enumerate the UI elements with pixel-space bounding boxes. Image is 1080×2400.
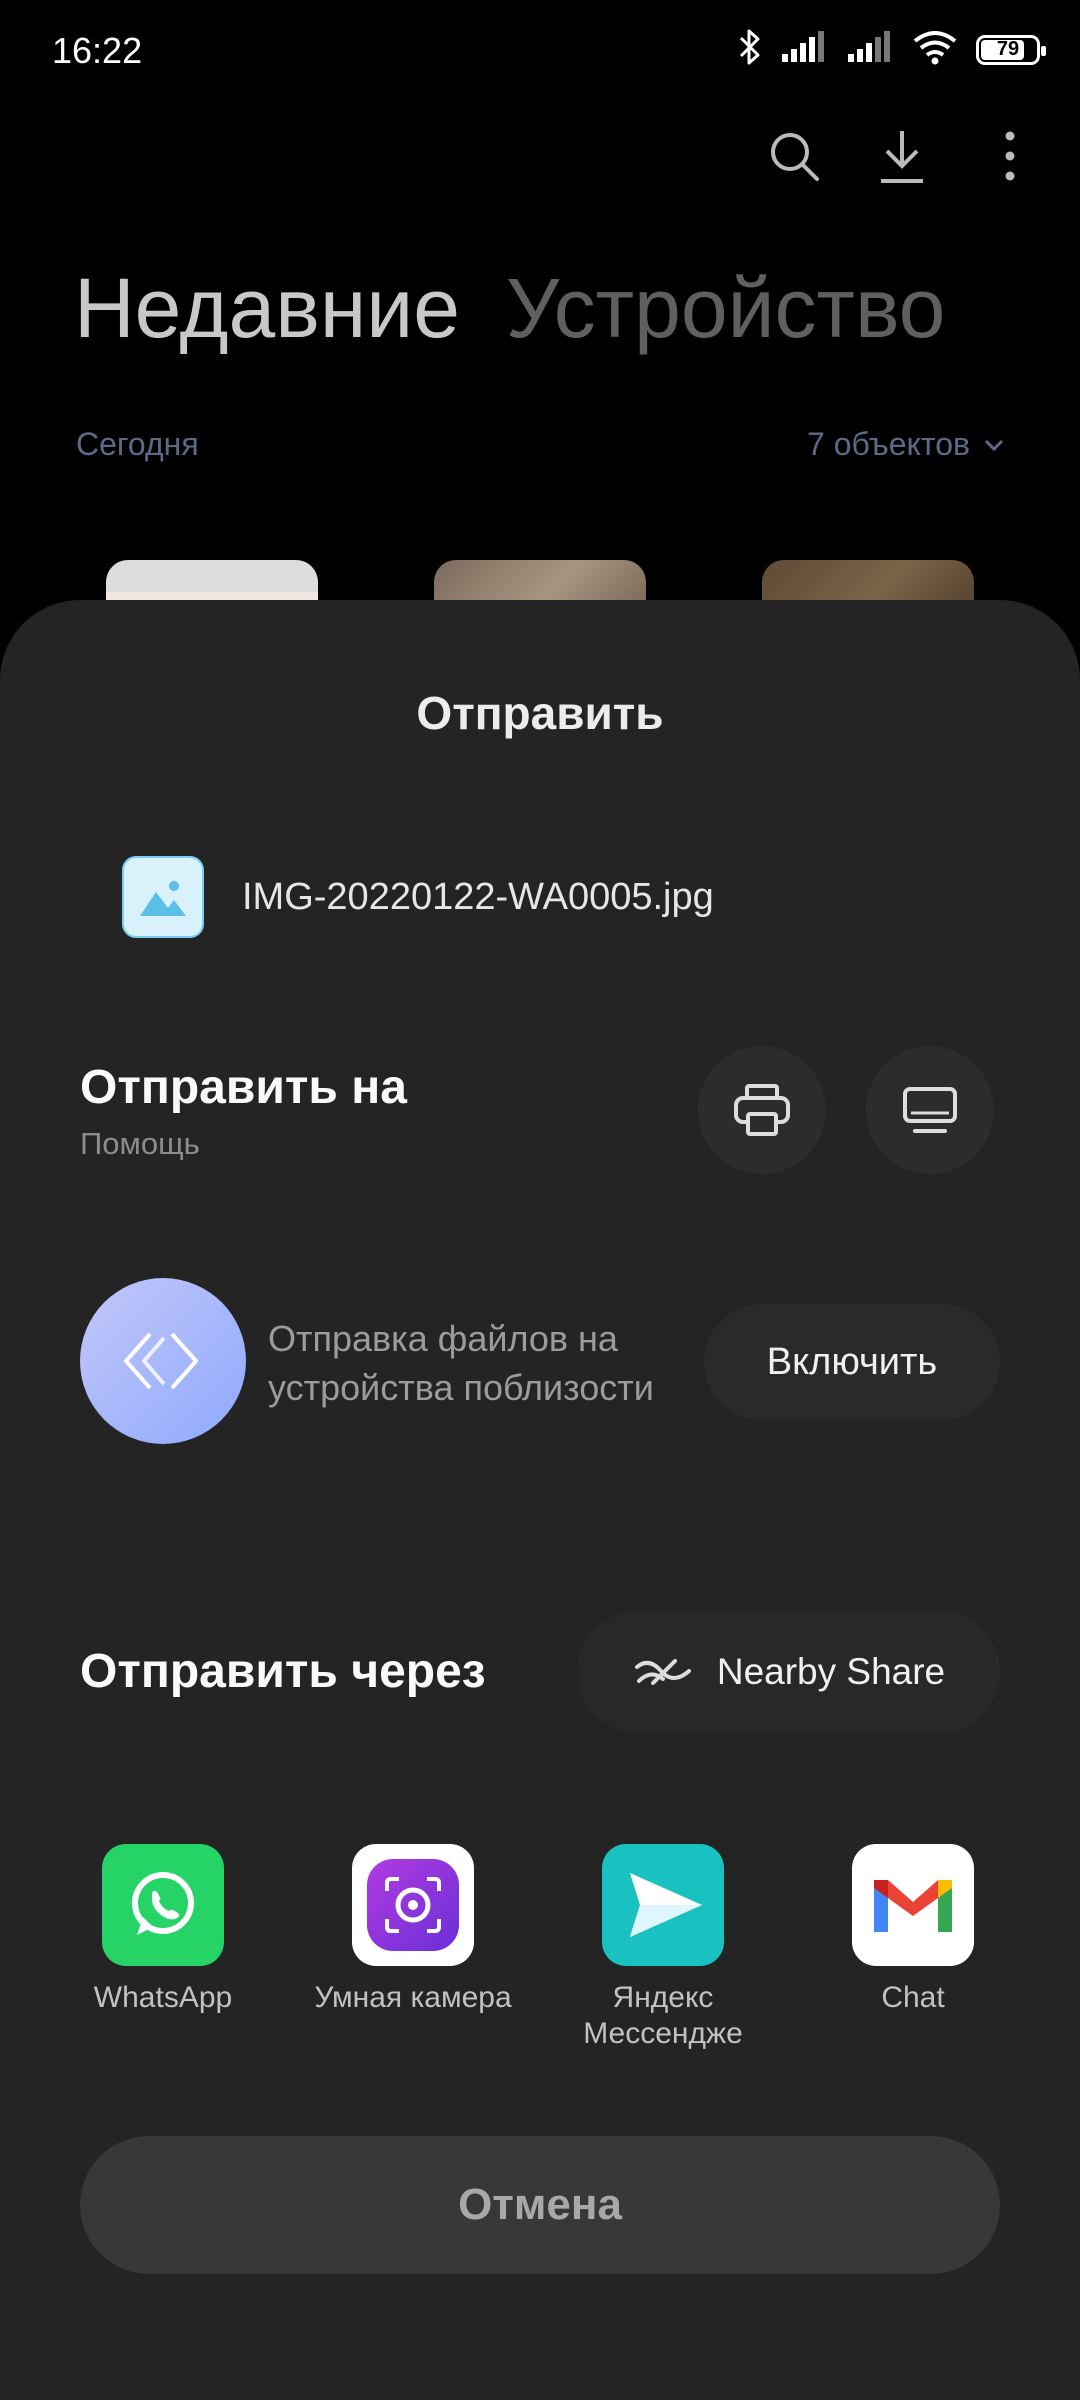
nearby-share-button[interactable]: Nearby Share (578, 1610, 1000, 1734)
gmail-icon (852, 1844, 974, 1966)
nearby-share-icon (634, 1659, 691, 1685)
search-icon (771, 133, 819, 181)
app-smart-camera[interactable]: Умная камера (303, 1844, 523, 2016)
signal-icon (780, 30, 828, 69)
wifi-icon (912, 29, 958, 70)
whatsapp-icon (102, 1844, 224, 1966)
status-time: 16:22 (52, 30, 143, 71)
app-chat[interactable]: Chat (803, 1844, 1023, 2016)
sheet-title: Отправить (416, 687, 664, 739)
share-sheet: Отправить IMG-20220122-WA0005.jpg Отправ… (0, 600, 1080, 2400)
more-options-button[interactable] (980, 126, 1040, 186)
file-name: IMG-20220122-WA0005.jpg (242, 875, 714, 918)
battery-level: 79 (996, 38, 1020, 60)
app-label: WhatsApp (93, 1981, 233, 2014)
image-file-icon (122, 856, 204, 938)
printer-icon (734, 1084, 790, 1136)
status-icons: 79 (738, 28, 1046, 71)
shared-file: IMG-20220122-WA0005.jpg (122, 856, 714, 938)
cast-screen-button[interactable] (866, 1046, 994, 1174)
status-bar: 16:22 79 (0, 0, 1080, 104)
app-label: Умная камера (314, 1981, 512, 2014)
send-to-title: Отправить на (80, 1061, 407, 1114)
app-yandex-messenger[interactable]: Яндекс Мессендже (553, 1844, 773, 2052)
view-tabs: Недавние Устройство (74, 260, 945, 357)
app-label: Яндекс Мессендже (583, 1981, 743, 2050)
send-to-help-link[interactable]: Помощь (80, 1126, 200, 1162)
section-header: Сегодня 7 объектов (76, 426, 1004, 463)
download-button[interactable] (872, 126, 932, 186)
battery-icon: 79 (976, 34, 1046, 65)
monitor-icon (903, 1087, 957, 1133)
nearby-share-label: Nearby Share (716, 1651, 946, 1692)
signal-icon-2 (846, 30, 894, 69)
search-button[interactable] (764, 126, 824, 186)
smart-camera-icon (352, 1844, 474, 1966)
enable-nearby-button[interactable]: Включить (704, 1304, 1000, 1420)
item-count: 7 объектов (807, 426, 970, 462)
app-label: Chat (881, 1981, 945, 2014)
tab-device[interactable]: Устройство (506, 260, 945, 357)
app-whatsapp[interactable]: WhatsApp (53, 1844, 273, 2016)
top-toolbar (764, 126, 1040, 186)
yandex-messenger-icon (602, 1844, 724, 1966)
tab-recent[interactable]: Недавние (74, 260, 460, 357)
nearby-transfer-icon (80, 1278, 246, 1444)
nearby-transfer-text: Отправка файлов на устройства поблизости (268, 1318, 654, 1408)
section-label: Сегодня (76, 426, 199, 462)
print-button[interactable] (698, 1046, 826, 1174)
download-icon (881, 131, 923, 183)
item-count-dropdown[interactable]: 7 объектов (807, 426, 1004, 463)
chevron-down-icon (984, 439, 1004, 451)
send-via-title: Отправить через (80, 1645, 486, 1698)
more-vert-icon (1005, 131, 1015, 181)
cancel-button[interactable]: Отмена (80, 2136, 1000, 2274)
bluetooth-icon (738, 28, 762, 71)
